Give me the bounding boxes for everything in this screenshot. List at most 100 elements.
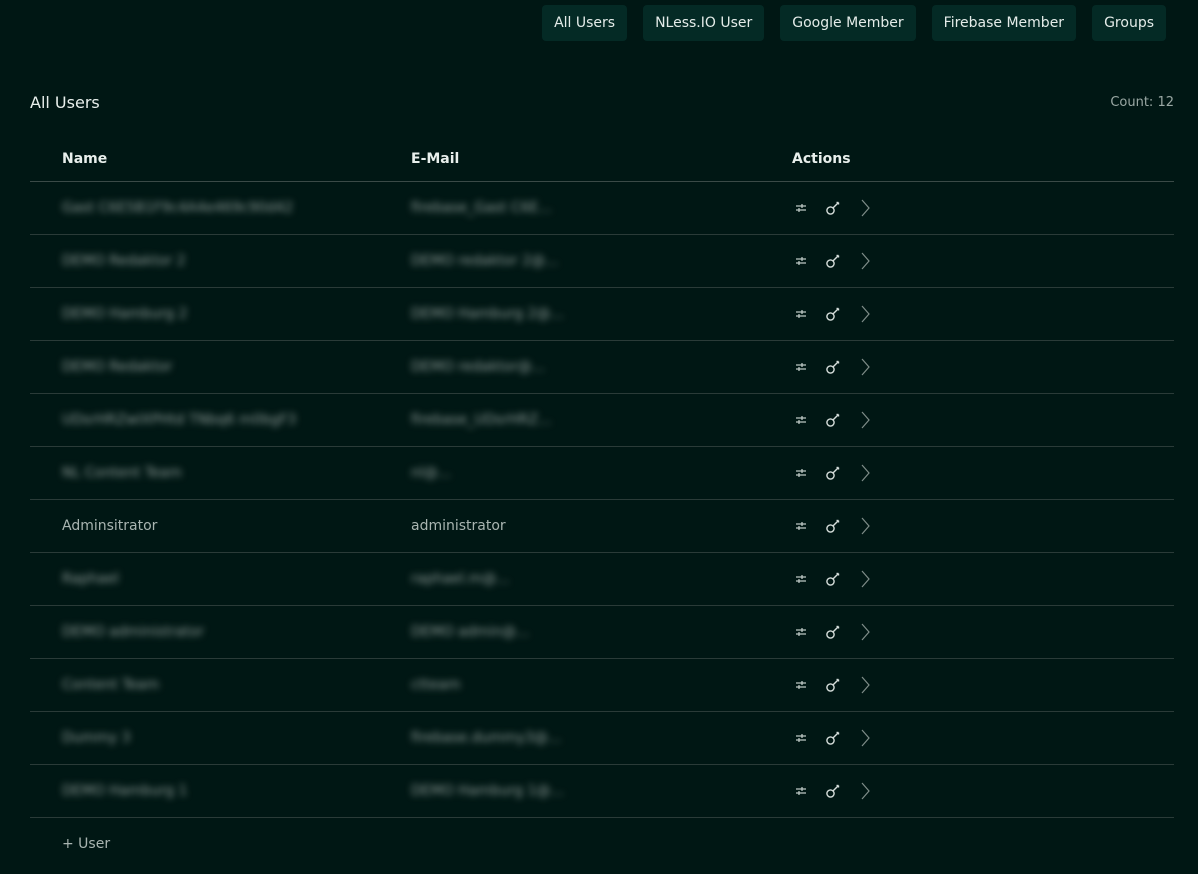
column-header-email: E-Mail (411, 151, 460, 167)
key-icon[interactable] (824, 729, 842, 747)
user-email: DEMO redaktor@... (411, 359, 545, 375)
user-email: raphael.m@... (411, 571, 510, 587)
row-actions (792, 782, 1174, 800)
user-name: NL Content Team (62, 465, 182, 481)
chevron-right-icon[interactable] (856, 729, 874, 747)
key-icon[interactable] (824, 199, 842, 217)
user-email: firebase_UDsrHRZ... (411, 412, 552, 428)
chevron-right-icon[interactable] (856, 517, 874, 535)
table-row: NL Content Team nl@... (30, 447, 1174, 500)
user-name: DEMO Hamburg 1 (62, 783, 188, 799)
user-name: DEMO administrator (62, 624, 204, 640)
user-email: DEMO Hamburg 2@... (411, 306, 564, 322)
user-email: firebase_Gast C6E... (411, 200, 552, 216)
table-row: Adminsitrator administrator (30, 500, 1174, 553)
top-nav: All Users NLess.IO User Google Member Fi… (542, 5, 1166, 41)
sliders-icon[interactable] (792, 782, 810, 800)
table-row: Raphael raphael.m@... (30, 553, 1174, 606)
table-body: Gast C6E5B1F9c4A4e469c90d42 firebase_Gas… (30, 182, 1174, 818)
sliders-icon[interactable] (792, 199, 810, 217)
key-icon[interactable] (824, 358, 842, 376)
chevron-right-icon[interactable] (856, 782, 874, 800)
row-actions (792, 464, 1174, 482)
row-actions (792, 358, 1174, 376)
user-email: nl@... (411, 465, 452, 481)
table-header: Name E-Mail Actions (30, 137, 1174, 182)
user-name: DEMO Redaktor (62, 359, 173, 375)
chevron-right-icon[interactable] (856, 358, 874, 376)
table-row: Dummy 3 firebase.dummy3@... (30, 712, 1174, 765)
user-email: DEMO Hamburg 1@... (411, 783, 564, 799)
groups-button[interactable]: Groups (1092, 5, 1166, 41)
table-row: DEMO Hamburg 2 DEMO Hamburg 2@... (30, 288, 1174, 341)
user-name: Adminsitrator (62, 518, 158, 534)
key-icon[interactable] (824, 782, 842, 800)
table-row: Gast C6E5B1F9c4A4e469c90d42 firebase_Gas… (30, 182, 1174, 235)
table-row: DEMO Hamburg 1 DEMO Hamburg 1@... (30, 765, 1174, 818)
chevron-right-icon[interactable] (856, 305, 874, 323)
user-name: Dummy 3 (62, 730, 131, 746)
row-actions (792, 305, 1174, 323)
table-row: DEMO administrator DEMO admin@... (30, 606, 1174, 659)
table-row: DEMO Redaktor 2 DEMO redaktor 2@... (30, 235, 1174, 288)
user-name: Content Team (62, 677, 160, 693)
user-name: Raphael (62, 571, 119, 587)
sliders-icon[interactable] (792, 358, 810, 376)
sliders-icon[interactable] (792, 570, 810, 588)
user-name: Gast C6E5B1F9c4A4e469c90d42 (62, 200, 294, 216)
key-icon[interactable] (824, 305, 842, 323)
column-header-name: Name (62, 151, 108, 167)
sliders-icon[interactable] (792, 676, 810, 694)
list-header: All Users Count: 12 (30, 93, 1174, 112)
row-actions (792, 199, 1174, 217)
user-email: DEMO admin@... (411, 624, 530, 640)
row-actions (792, 517, 1174, 535)
row-actions (792, 252, 1174, 270)
chevron-right-icon[interactable] (856, 464, 874, 482)
sliders-icon[interactable] (792, 517, 810, 535)
chevron-right-icon[interactable] (856, 411, 874, 429)
sliders-icon[interactable] (792, 623, 810, 641)
chevron-right-icon[interactable] (856, 252, 874, 270)
sliders-icon[interactable] (792, 729, 810, 747)
sliders-icon[interactable] (792, 411, 810, 429)
all-users-button[interactable]: All Users (542, 5, 628, 41)
google-member-button[interactable]: Google Member (780, 5, 916, 41)
user-email: firebase.dummy3@... (411, 730, 562, 746)
chevron-right-icon[interactable] (856, 623, 874, 641)
key-icon[interactable] (824, 623, 842, 641)
key-icon[interactable] (824, 517, 842, 535)
page-title: All Users (30, 93, 100, 112)
row-actions (792, 676, 1174, 694)
key-icon[interactable] (824, 570, 842, 588)
user-name: DEMO Hamburg 2 (62, 306, 188, 322)
sliders-icon[interactable] (792, 305, 810, 323)
row-actions (792, 729, 1174, 747)
sliders-icon[interactable] (792, 252, 810, 270)
row-actions (792, 623, 1174, 641)
user-name: DEMO Redaktor 2 (62, 253, 186, 269)
chevron-right-icon[interactable] (856, 676, 874, 694)
users-table: Name E-Mail Actions Gast C6E5B1F9c4A4e46… (30, 137, 1174, 870)
user-email: administrator (411, 518, 506, 534)
chevron-right-icon[interactable] (856, 199, 874, 217)
user-name: UDsrHRZwIXPHtd TNbq6 m0bgF3 (62, 412, 297, 428)
key-icon[interactable] (824, 464, 842, 482)
chevron-right-icon[interactable] (856, 570, 874, 588)
column-header-actions: Actions (792, 151, 851, 167)
key-icon[interactable] (824, 252, 842, 270)
nless-io-user-button[interactable]: NLess.IO User (643, 5, 765, 41)
table-row: DEMO Redaktor DEMO redaktor@... (30, 341, 1174, 394)
user-email: ctteam (411, 677, 461, 693)
table-row: Content Team ctteam (30, 659, 1174, 712)
row-actions (792, 411, 1174, 429)
key-icon[interactable] (824, 411, 842, 429)
firebase-member-button[interactable]: Firebase Member (931, 5, 1077, 41)
key-icon[interactable] (824, 676, 842, 694)
add-user-button[interactable]: + User (30, 818, 1174, 870)
user-email: DEMO redaktor 2@... (411, 253, 559, 269)
user-count: Count: 12 (1110, 95, 1174, 110)
sliders-icon[interactable] (792, 464, 810, 482)
row-actions (792, 570, 1174, 588)
table-row: UDsrHRZwIXPHtd TNbq6 m0bgF3 firebase_UDs… (30, 394, 1174, 447)
